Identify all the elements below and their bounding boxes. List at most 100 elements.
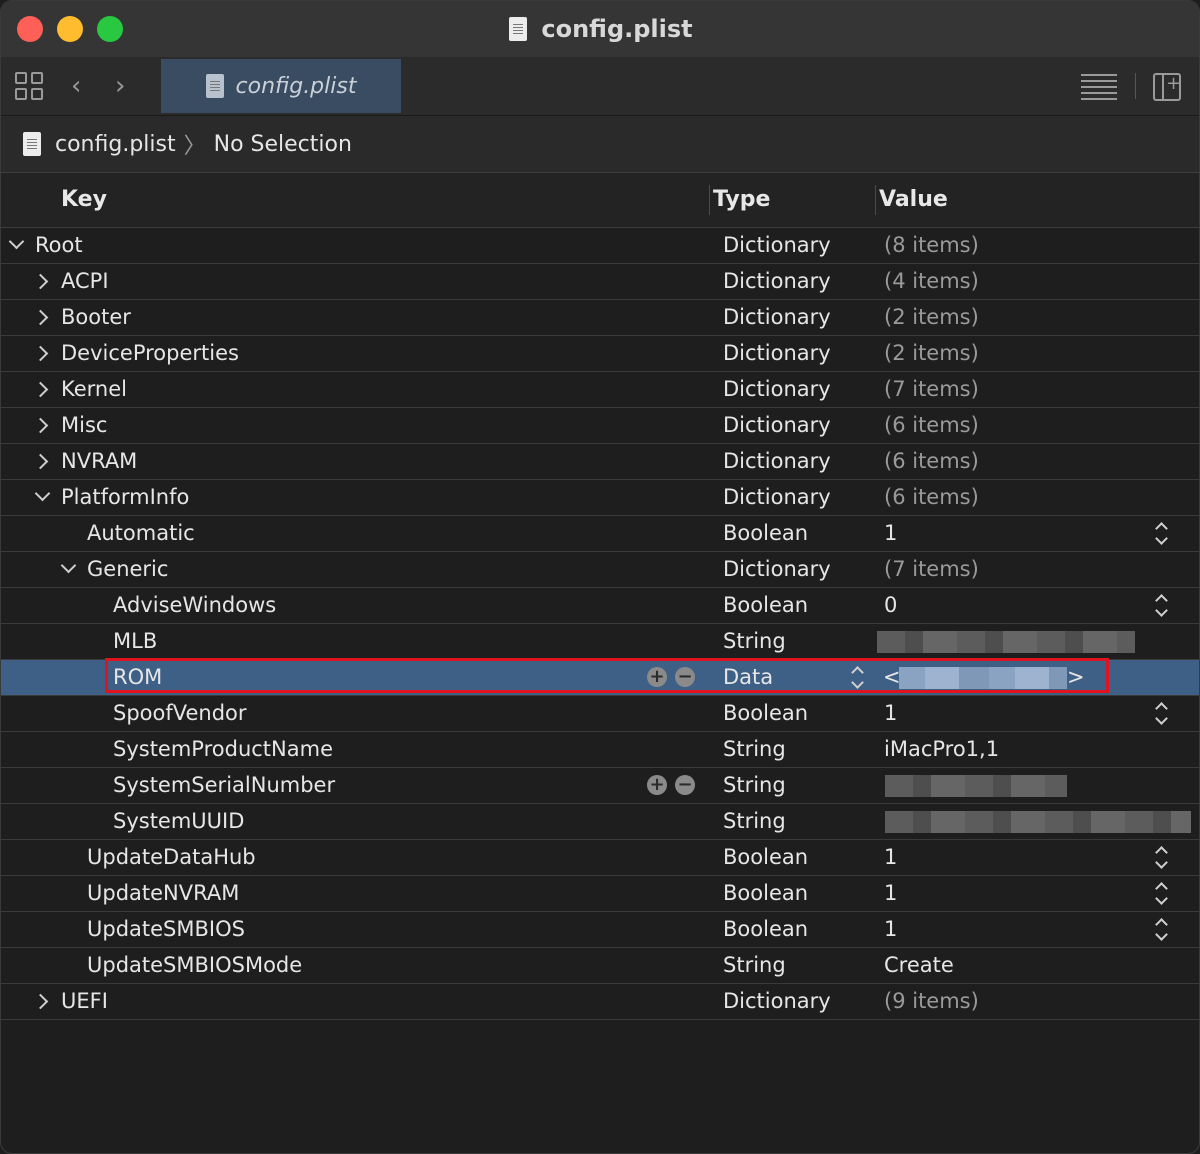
table-row[interactable]: SystemProductName String iMacPro1,1 [1,732,1199,768]
table-row[interactable]: Booter Dictionary (2 items) [1,300,1199,336]
close-window-button[interactable] [17,16,43,42]
row-key: AdviseWindows [113,593,277,617]
editor-options-icon[interactable] [1081,74,1117,100]
row-value[interactable]: iMacPro1,1 [884,737,999,761]
row-value: (7 items) [884,557,979,581]
table-row[interactable]: Automatic Boolean 1 [1,516,1199,552]
table-row[interactable]: Root Dictionary (8 items) [1,228,1199,264]
disclosure-closed-icon[interactable] [32,345,49,362]
tab-config-plist[interactable]: config.plist [161,59,401,113]
column-header-value[interactable]: Value [879,187,948,212]
row-type: Dictionary [723,413,831,437]
row-value[interactable]: 1 [884,521,897,545]
table-row[interactable]: Kernel Dictionary (7 items) [1,372,1199,408]
value-stepper-icon[interactable] [1153,844,1171,870]
disclosure-closed-icon[interactable] [32,381,49,398]
table-row[interactable]: AdviseWindows Boolean 0 [1,588,1199,624]
minimize-window-button[interactable] [57,16,83,42]
table-row[interactable]: MLB String [1,624,1199,660]
table-row[interactable]: UpdateNVRAM Boolean 1 [1,876,1199,912]
row-value[interactable]: 1 [884,881,897,905]
table-row[interactable]: UEFI Dictionary (9 items) [1,984,1199,1020]
add-row-icon[interactable]: + [647,667,667,687]
row-key: Automatic [87,521,195,545]
row-type: Dictionary [723,305,831,329]
disclosure-closed-icon[interactable] [32,273,49,290]
row-value: (6 items) [884,449,979,473]
data-open-bracket: < [883,665,901,689]
table-row[interactable]: Generic Dictionary (7 items) [1,552,1199,588]
row-type: Dictionary [723,377,831,401]
row-type[interactable]: Data [723,665,773,689]
row-type: Dictionary [723,485,831,509]
remove-row-icon[interactable]: − [675,775,695,795]
disclosure-open-icon[interactable] [8,233,25,250]
table-row[interactable]: Misc Dictionary (6 items) [1,408,1199,444]
row-type: Boolean [723,593,809,617]
row-type: String [723,629,786,653]
table-row[interactable]: UpdateSMBIOS Boolean 1 [1,912,1199,948]
value-stepper-icon[interactable] [1153,700,1171,726]
type-stepper-icon[interactable] [849,664,867,690]
disclosure-closed-icon[interactable] [32,309,49,326]
row-key: SystemSerialNumber [113,773,336,797]
disclosure-open-icon[interactable] [34,485,51,502]
row-key: SpoofVendor [113,701,247,725]
row-value: (6 items) [884,485,979,509]
table-row[interactable]: SystemUUID String [1,804,1199,840]
row-type: Dictionary [723,233,831,257]
row-key: ROM [113,665,163,689]
row-type: Boolean [723,917,809,941]
breadcrumb-selection[interactable]: No Selection [214,132,352,157]
redacted-value[interactable] [877,631,1135,653]
row-type: Dictionary [723,557,831,581]
table-row[interactable]: ACPI Dictionary (4 items) [1,264,1199,300]
row-type: String [723,809,786,833]
row-key: UpdateNVRAM [87,881,240,905]
disclosure-closed-icon[interactable] [32,993,49,1010]
table-row[interactable]: SpoofVendor Boolean 1 [1,696,1199,732]
remove-row-icon[interactable]: − [675,667,695,687]
document-icon [509,17,528,41]
disclosure-open-icon[interactable] [60,557,77,574]
window-title: config.plist [541,15,693,43]
chevron-left-icon[interactable]: ‹ [71,57,81,115]
redacted-value[interactable] [885,775,1067,797]
redacted-value[interactable] [899,667,1067,689]
title-bar: config.plist [1,1,1199,57]
disclosure-closed-icon[interactable] [32,453,49,470]
redacted-value[interactable] [885,811,1191,833]
value-stepper-icon[interactable] [1153,916,1171,942]
breadcrumb-file[interactable]: config.plist [55,132,176,157]
value-stepper-icon[interactable] [1153,520,1171,546]
row-key: MLB [113,629,158,653]
add-editor-icon[interactable] [1153,73,1181,101]
add-row-icon[interactable]: + [647,775,667,795]
value-stepper-icon[interactable] [1153,880,1171,906]
row-value[interactable]: 1 [884,917,897,941]
row-value[interactable]: Create [884,953,954,977]
disclosure-closed-icon[interactable] [32,417,49,434]
table-row-selected[interactable]: ROM + − Data < > [1,658,1199,696]
row-key: NVRAM [61,449,138,473]
chevron-right-icon[interactable]: › [115,57,125,115]
related-items-icon[interactable] [15,72,43,100]
column-divider[interactable] [709,185,710,215]
value-stepper-icon[interactable] [1153,592,1171,618]
table-row[interactable]: UpdateDataHub Boolean 1 [1,840,1199,876]
breadcrumb: config.plist 〉 No Selection [1,116,1199,173]
column-header-type[interactable]: Type [713,187,770,212]
table-row[interactable]: DeviceProperties Dictionary (2 items) [1,336,1199,372]
table-row[interactable]: UpdateSMBIOSMode String Create [1,948,1199,984]
column-divider[interactable] [875,185,876,215]
row-value: (2 items) [884,305,979,329]
table-row[interactable]: SystemSerialNumber + − String [1,768,1199,804]
row-value[interactable]: 1 [884,701,897,725]
zoom-window-button[interactable] [97,16,123,42]
row-value[interactable]: 0 [884,593,897,617]
row-key: Misc [61,413,108,437]
column-header-key[interactable]: Key [61,187,107,212]
table-row[interactable]: PlatformInfo Dictionary (6 items) [1,480,1199,516]
table-row[interactable]: NVRAM Dictionary (6 items) [1,444,1199,480]
row-value[interactable]: 1 [884,845,897,869]
